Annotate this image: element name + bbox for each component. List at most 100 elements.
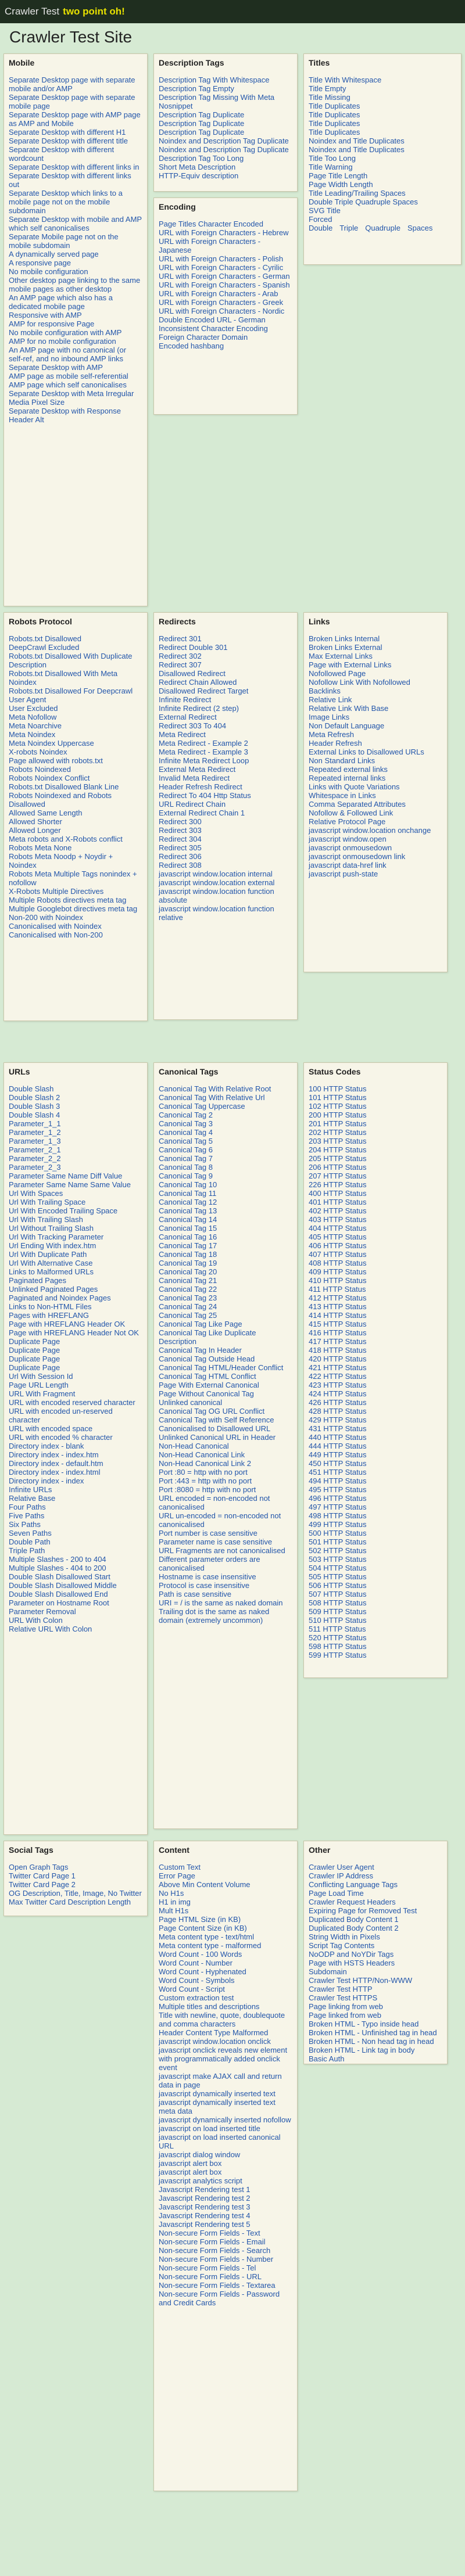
test-page-link[interactable]: Word Count - Symbols xyxy=(159,1976,235,1985)
test-page-link[interactable]: Meta content type - malformed xyxy=(159,1941,261,1950)
test-page-link[interactable]: Canonical Tag 24 xyxy=(159,1302,217,1311)
test-page-link[interactable]: Url With Session Id xyxy=(9,1372,73,1381)
test-page-link[interactable]: 405 HTTP Status xyxy=(309,1233,366,1241)
test-page-link[interactable]: 504 HTTP Status xyxy=(309,1564,366,1572)
test-page-link[interactable]: Header Refresh Redirect xyxy=(159,782,242,791)
test-page-link[interactable]: Non-secure Form Fields - Text xyxy=(159,2229,260,2237)
test-page-link[interactable]: Separate Desktop with different links ou… xyxy=(9,171,131,189)
test-page-link[interactable]: Canonical Tag Outside Head xyxy=(159,1355,255,1363)
test-page-link[interactable]: Parameter_1_2 xyxy=(9,1128,61,1137)
test-page-link[interactable]: Parameter_2_2 xyxy=(9,1154,61,1163)
test-page-link[interactable]: Meta robots and X-Robots conflict xyxy=(9,835,123,843)
test-page-link[interactable]: Description Tag Duplicate xyxy=(159,110,244,119)
test-page-link[interactable]: Port :443 = http with no port xyxy=(159,1476,252,1485)
test-page-link[interactable]: Twitter Card Page 2 xyxy=(9,1880,76,1889)
test-page-link[interactable]: Double Slash 4 xyxy=(9,1111,60,1119)
test-page-link[interactable]: Links to Malformed URLs xyxy=(9,1267,94,1276)
test-page-link[interactable]: Canonicalised to Disallowed URL xyxy=(159,1424,270,1433)
test-page-link[interactable]: Parameter Same Name Same Value xyxy=(9,1180,131,1189)
test-page-link[interactable]: Separate Desktop with Response Header Al… xyxy=(9,407,121,424)
test-page-link[interactable]: javascript window.location external xyxy=(159,878,274,887)
test-page-link[interactable]: NoODP and NoYDir Tags xyxy=(309,1950,394,1959)
test-page-link[interactable]: 440 HTTP Status xyxy=(309,1433,366,1442)
test-page-link[interactable]: Encoded hashbang xyxy=(159,342,224,350)
test-page-link[interactable]: Page URL Length xyxy=(9,1381,69,1389)
test-page-link[interactable]: javascript onclick reveals new element w… xyxy=(159,2046,287,2072)
test-page-link[interactable]: javascript window.location function rela… xyxy=(159,904,274,922)
test-page-link[interactable]: URL with Foreign Characters - Japanese xyxy=(159,237,260,254)
test-page-link[interactable]: Canonical Tag With Relative Root xyxy=(159,1084,271,1093)
test-page-link[interactable]: Robots Meta Multiple Tags nonindex + nof… xyxy=(9,870,137,887)
test-page-link[interactable]: Url With Tracking Parameter xyxy=(9,1233,103,1241)
test-page-link[interactable]: Canonical Tag 17 xyxy=(159,1241,217,1250)
test-page-link[interactable]: javascript onmousedown link xyxy=(309,852,405,861)
test-page-link[interactable]: Canonicalised with Non-200 xyxy=(9,930,103,939)
test-page-link[interactable]: Page linked from web xyxy=(309,2011,381,2020)
test-page-link[interactable]: Comma Separated Attributes xyxy=(309,800,406,809)
test-page-link[interactable]: Script Tag Contents xyxy=(309,1941,374,1950)
test-page-link[interactable]: Foreign Character Domain xyxy=(159,333,248,342)
test-page-link[interactable]: URL with encoded un-reserved character xyxy=(9,1407,113,1424)
test-page-link[interactable]: Multiple Robots directives meta tag xyxy=(9,896,126,904)
test-page-link[interactable]: X-robots Noindex xyxy=(9,748,67,756)
test-page-link[interactable]: Redirect 303 To 404 xyxy=(159,721,226,730)
test-page-link[interactable]: 418 HTTP Status xyxy=(309,1346,366,1355)
test-page-link[interactable]: Canonical Tag 23 xyxy=(159,1294,217,1302)
test-page-link[interactable]: Meta Redirect - Example 2 xyxy=(159,739,248,748)
test-page-link[interactable]: Robots.txt Disallowed xyxy=(9,634,81,643)
test-page-link[interactable]: Six Paths xyxy=(9,1520,41,1529)
test-page-link[interactable]: Canonical Tag Like Duplicate Description xyxy=(159,1328,256,1346)
test-page-link[interactable]: Separate Desktop with AMP xyxy=(9,363,103,372)
test-page-link[interactable]: Redirect 300 xyxy=(159,817,202,826)
test-page-link[interactable]: Separate Desktop with different H1 xyxy=(9,128,126,136)
test-page-link[interactable]: Url Ending With index.htm xyxy=(9,1241,96,1250)
test-page-link[interactable]: Page with HSTS Headers xyxy=(309,1959,395,1967)
test-page-link[interactable]: Robots Meta Noodp + Noydir + Noindex xyxy=(9,852,113,870)
test-page-link[interactable]: Redirect 304 xyxy=(159,835,202,843)
test-page-link[interactable]: Canonical Tag 22 xyxy=(159,1285,217,1294)
test-page-link[interactable]: Broken Links External xyxy=(309,643,382,652)
test-page-link[interactable]: Page with HREFLANG Header Not OK xyxy=(9,1328,139,1337)
test-page-link[interactable]: Non-secure Form Fields - Email xyxy=(159,2237,266,2246)
test-page-link[interactable]: Basic Auth xyxy=(309,2054,344,2063)
test-page-link[interactable]: Twitter Card Page 1 xyxy=(9,1871,76,1880)
test-page-link[interactable]: 451 HTTP Status xyxy=(309,1468,366,1476)
test-page-link[interactable]: Canonical Tag 9 xyxy=(159,1172,213,1180)
test-page-link[interactable]: Double Slash xyxy=(9,1084,53,1093)
test-page-link[interactable]: Page Content Size (in KB) xyxy=(159,1924,247,1932)
test-page-link[interactable]: Multiple titles and descriptions xyxy=(159,2002,259,2011)
test-page-link[interactable]: Broken HTML - Typo inside head xyxy=(309,2020,419,2028)
test-page-link[interactable]: Separate Desktop with mobile and AMP whi… xyxy=(9,215,142,232)
test-page-link[interactable]: User Excluded xyxy=(9,704,58,713)
test-page-link[interactable]: HTTP-Equiv description xyxy=(159,171,238,180)
test-page-link[interactable]: H1 in img xyxy=(159,1898,191,1906)
test-page-link[interactable]: Title Duplicates xyxy=(309,128,360,136)
test-page-link[interactable]: Javascript Rendering test 4 xyxy=(159,2211,251,2220)
test-page-link[interactable]: Links to Non-HTML Files xyxy=(9,1302,92,1311)
test-page-link[interactable]: Page Width Length xyxy=(309,180,373,189)
test-page-link[interactable]: Canonical Tag 20 xyxy=(159,1267,217,1276)
test-page-link[interactable]: Canonical Tag 7 xyxy=(159,1154,213,1163)
test-page-link[interactable]: Meta content type - text/html xyxy=(159,1932,254,1941)
test-page-link[interactable]: Crawler User Agent xyxy=(309,1863,374,1871)
test-page-link[interactable]: javascript on load inserted canonical UR… xyxy=(159,2133,281,2150)
test-page-link[interactable]: Canonical Tag 25 xyxy=(159,1311,217,1320)
test-page-link[interactable]: Parameter Same Name Diff Value xyxy=(9,1172,122,1180)
test-page-link[interactable]: Port :8080 = http with no port xyxy=(159,1485,256,1494)
test-page-link[interactable]: 511 HTTP Status xyxy=(309,1625,366,1633)
test-page-link[interactable]: Disallowed Redirect Target xyxy=(159,687,248,695)
test-page-link[interactable]: Url Without Trailing Slash xyxy=(9,1224,94,1233)
test-page-link[interactable]: Canonical Tag 6 xyxy=(159,1145,213,1154)
test-page-link[interactable]: Page Title Length xyxy=(309,171,367,180)
test-page-link[interactable]: Parameter_1_3 xyxy=(9,1137,61,1145)
test-page-link[interactable]: String Width in Pixels xyxy=(309,1932,380,1941)
test-page-link[interactable]: Redirect Chain Allowed xyxy=(159,678,237,687)
test-page-link[interactable]: Duplicate Page xyxy=(9,1363,60,1372)
test-page-link[interactable]: Meta Noindex Uppercase xyxy=(9,739,94,748)
test-page-link[interactable]: 424 HTTP Status xyxy=(309,1389,366,1398)
test-page-link[interactable]: Double Encoded URL - German xyxy=(159,315,266,324)
test-page-link[interactable]: Canonical Tag In Header xyxy=(159,1346,242,1355)
test-page-link[interactable]: URL encoded = non-encoded not canonicali… xyxy=(159,1494,270,1511)
test-page-link[interactable]: Canonical Tag 21 xyxy=(159,1276,217,1285)
test-page-link[interactable]: Page allowed with robots.txt xyxy=(9,756,103,765)
